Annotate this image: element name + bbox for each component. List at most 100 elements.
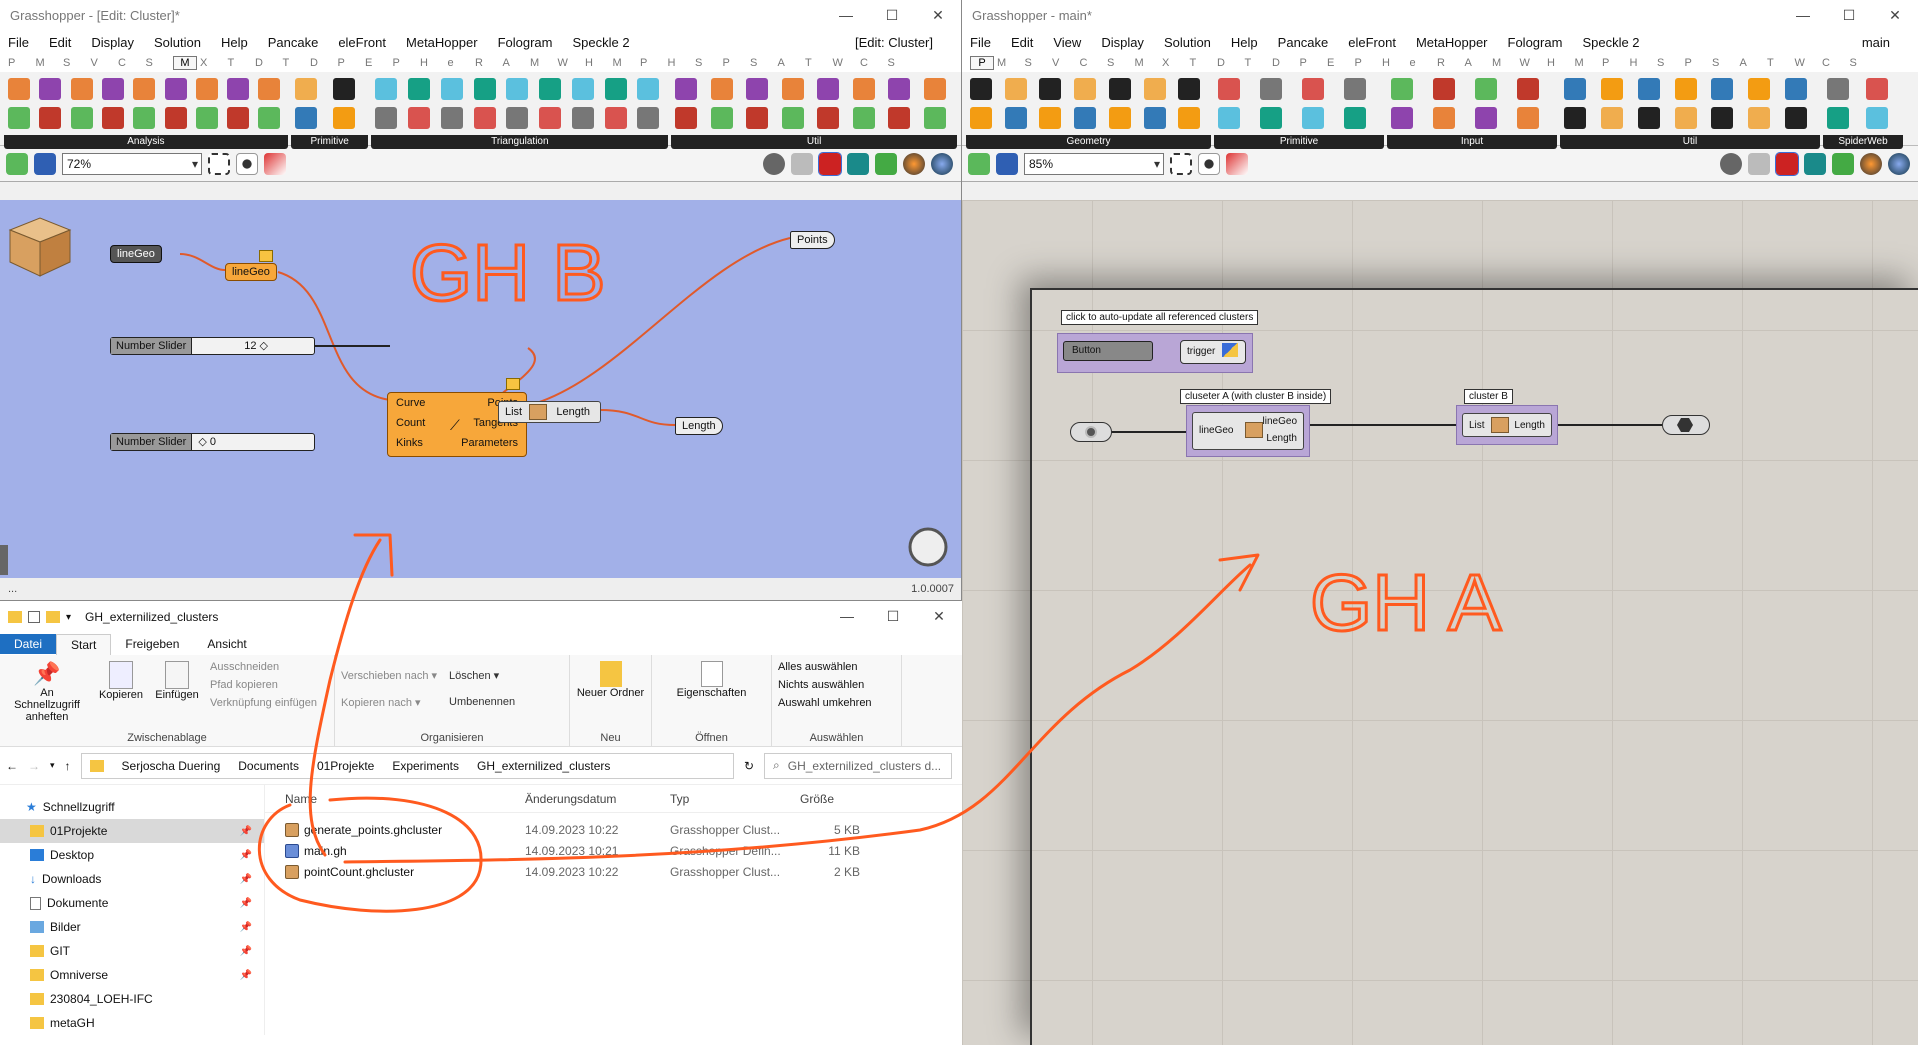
component-tab[interactable]: P (1602, 57, 1630, 69)
component-icon[interactable] (70, 107, 93, 129)
file-row[interactable]: generate_points.ghcluster 14.09.2023 10:… (265, 819, 962, 840)
component-icon[interactable] (1637, 107, 1660, 129)
copy-path-button[interactable]: Pfad kopieren (210, 679, 317, 691)
sphere-icon[interactable] (1860, 152, 1882, 175)
component-icon[interactable] (1475, 107, 1497, 129)
menu-display[interactable]: Display (91, 35, 134, 50)
menu-display[interactable]: Display (1101, 35, 1144, 50)
save-icon[interactable] (34, 152, 56, 175)
component-tab[interactable]: M (1492, 57, 1520, 69)
checkbox-icon[interactable] (28, 611, 40, 623)
component-icon[interactable] (781, 78, 804, 100)
slider-value[interactable]: ◇ 0 (192, 434, 314, 450)
menu-pancake[interactable]: Pancake (1278, 35, 1329, 50)
component-icon[interactable] (1433, 78, 1455, 100)
component-tab[interactable]: E (1327, 57, 1355, 69)
menu-elefront[interactable]: eleFront (338, 35, 386, 50)
generic-output-param[interactable] (1662, 415, 1710, 435)
component-icon[interactable] (1218, 78, 1240, 100)
component-icon[interactable] (1517, 107, 1539, 129)
component-icon[interactable] (1143, 107, 1166, 129)
component-tab[interactable]: S (1025, 57, 1053, 69)
component-tab[interactable]: S (1850, 57, 1878, 69)
tab-start[interactable]: Start (56, 633, 112, 655)
pin-icon[interactable]: 📌 (240, 850, 252, 861)
component-icon[interactable] (1004, 107, 1027, 129)
column-type[interactable]: Typ (670, 792, 790, 806)
component-icon[interactable] (923, 107, 946, 129)
cut-button[interactable]: Ausschneiden (210, 661, 317, 673)
component-tab[interactable]: D (310, 57, 338, 69)
component-icon[interactable] (164, 107, 187, 129)
component-tab[interactable]: A (1465, 57, 1493, 69)
component-icon[interactable] (1674, 107, 1697, 129)
component-icon[interactable] (888, 78, 911, 100)
component-icon[interactable] (1302, 78, 1324, 100)
component-icon[interactable] (506, 78, 529, 100)
pin-icon[interactable]: 📌 (240, 946, 252, 957)
file-row[interactable]: pointCount.ghcluster 14.09.2023 10:22 Gr… (265, 861, 962, 882)
component-tab[interactable]: W (1520, 57, 1548, 69)
sketch-icon[interactable] (264, 152, 286, 175)
component-icon[interactable] (1475, 78, 1497, 100)
component-icon[interactable] (1302, 107, 1324, 129)
length-output-param[interactable]: Length (675, 417, 723, 435)
component-icon[interactable] (1344, 107, 1366, 129)
component-icon[interactable] (101, 78, 124, 100)
zoom-extents-icon[interactable] (1170, 152, 1192, 175)
zoom-select[interactable]: 72% (62, 152, 202, 175)
component-tab[interactable]: S (63, 57, 91, 69)
column-date[interactable]: Änderungsdatum (525, 792, 670, 806)
component-tab[interactable]: M (613, 57, 641, 69)
zoom-extents-icon[interactable] (208, 152, 230, 175)
component-icon[interactable] (473, 78, 496, 100)
component-icon[interactable] (1637, 78, 1660, 100)
menu-speckle[interactable]: Speckle 2 (1582, 35, 1639, 50)
component-icon[interactable] (1600, 107, 1623, 129)
component-tab[interactable]: S (146, 57, 174, 69)
component-tab[interactable]: A (778, 57, 806, 69)
component-tab[interactable]: X (200, 57, 228, 69)
select-all-button[interactable]: Alles auswählen (778, 661, 895, 673)
close-icon[interactable]: ✕ (1872, 0, 1918, 30)
component-tab[interactable]: S (1712, 57, 1740, 69)
component-tab[interactable]: D (1272, 57, 1300, 69)
component-icon[interactable] (39, 78, 62, 100)
minimize-icon[interactable]: — (823, 0, 869, 30)
component-tab[interactable]: E (365, 57, 393, 69)
component-icon[interactable] (539, 78, 562, 100)
open-file-icon[interactable] (968, 152, 990, 175)
component-tab[interactable]: H (1382, 57, 1410, 69)
nav-item-quick-access[interactable]: ★ Schnellzugriff (0, 795, 264, 819)
menu-solution[interactable]: Solution (154, 35, 201, 50)
component-icon[interactable] (195, 78, 218, 100)
component-tab[interactable]: e (448, 57, 476, 69)
component-icon[interactable] (1260, 107, 1282, 129)
pin-icon[interactable]: 📌 (240, 898, 252, 909)
back-icon[interactable]: ← (6, 759, 18, 773)
nav-item-metagh[interactable]: metaGH (0, 1011, 264, 1035)
copy-to-button[interactable]: Kopieren nach ▾ (341, 696, 437, 709)
component-icon[interactable] (1711, 107, 1734, 129)
display-icon[interactable] (1804, 152, 1826, 175)
minimize-icon[interactable]: — (824, 601, 870, 633)
minimize-icon[interactable]: — (1780, 0, 1826, 30)
preview-icon[interactable] (1720, 152, 1742, 175)
cluster-b-component[interactable]: List Length (1462, 413, 1552, 437)
component-tab[interactable]: P (970, 56, 994, 70)
breadcrumb-item[interactable]: Experiments (392, 759, 459, 773)
component-icon[interactable] (164, 78, 187, 100)
component-tab[interactable]: M (1575, 57, 1603, 69)
globe-icon[interactable] (931, 152, 953, 175)
maximize-icon[interactable]: ☐ (869, 0, 915, 30)
component-icon[interactable] (1004, 78, 1027, 100)
component-tab[interactable]: H (1547, 57, 1575, 69)
output-parameters[interactable]: Parameters (461, 437, 518, 449)
component-icon[interactable] (1866, 107, 1888, 129)
slider-value[interactable]: 12 ◇ (192, 338, 314, 354)
input-kinks[interactable]: Kinks (396, 437, 423, 449)
component-icon[interactable] (675, 107, 698, 129)
component-icon[interactable] (746, 78, 769, 100)
solver-icon[interactable] (908, 527, 948, 567)
count-slider[interactable]: Number Slider 12 ◇ (110, 337, 315, 355)
